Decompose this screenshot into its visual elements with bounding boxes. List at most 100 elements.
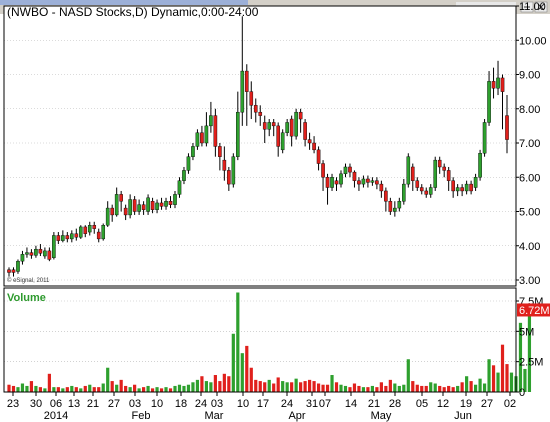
- volume-bar: [115, 384, 119, 392]
- candle-body: [52, 235, 56, 258]
- candle-body: [406, 156, 411, 185]
- candle-body: [186, 156, 191, 171]
- candlestick: [101, 223, 106, 241]
- candle-body: [200, 132, 204, 144]
- volume-bar: [106, 367, 110, 392]
- candle-body: [249, 91, 254, 106]
- candle-body: [267, 122, 272, 130]
- volume-bar: [375, 387, 379, 392]
- volume-bar: [325, 384, 330, 392]
- candle-body: [61, 235, 65, 241]
- volume-bar: [236, 292, 240, 392]
- volume-bar: [182, 385, 186, 392]
- volume-bar: [110, 381, 114, 392]
- date-tick-label: 24: [281, 398, 293, 410]
- volume-bar: [56, 387, 60, 392]
- candle-body: [213, 115, 218, 147]
- volume-bar: [119, 379, 123, 392]
- candle-body: [218, 146, 222, 157]
- volume-bar: [137, 388, 141, 392]
- volume-bar: [406, 359, 410, 392]
- volume-bar: [249, 367, 253, 392]
- volume-bar: [465, 376, 469, 392]
- volume-bar: [393, 383, 397, 392]
- candle-body: [312, 142, 316, 151]
- candle-body: [410, 166, 415, 181]
- volume-bar: [451, 387, 455, 392]
- volume-bar: [16, 387, 20, 392]
- candle-body: [105, 207, 110, 226]
- candle-body: [357, 180, 361, 185]
- price-tick-label: 11.00: [519, 1, 546, 13]
- candle-body: [164, 201, 168, 207]
- candle-body: [343, 166, 348, 175]
- candle-body: [482, 122, 487, 154]
- candle-body: [168, 201, 173, 205]
- volume-bar: [316, 383, 321, 392]
- volume-bar: [222, 373, 226, 392]
- candle-body: [159, 202, 164, 207]
- volume-bar: [11, 385, 16, 392]
- date-tick-label: 18: [175, 398, 187, 410]
- candle-body: [500, 77, 505, 92]
- candle-body: [253, 105, 258, 113]
- volume-bar: [124, 385, 128, 392]
- candle-body: [191, 146, 195, 157]
- candle-body: [366, 178, 370, 183]
- volume-bar: [213, 375, 217, 392]
- candle-body: [195, 132, 200, 147]
- candle-body: [177, 180, 182, 195]
- volume-bar: [177, 384, 182, 392]
- candle-body: [451, 180, 455, 192]
- volume-bar: [128, 387, 132, 392]
- volume-bar: [321, 384, 325, 392]
- month-label: Feb: [132, 410, 151, 422]
- last-volume-label: 6.72M: [519, 305, 550, 317]
- date-tick-label: 12: [437, 398, 449, 410]
- volume-bar: [527, 310, 532, 392]
- candle-body: [289, 118, 294, 137]
- volume-bar: [509, 372, 514, 392]
- volume-bar: [29, 381, 34, 392]
- volume-bar: [195, 379, 200, 392]
- candle-body: [236, 111, 240, 157]
- candle-body: [393, 207, 397, 212]
- volume-bar: [397, 385, 401, 392]
- candlestick: [294, 108, 298, 140]
- candle-body: [280, 132, 285, 151]
- candle-body: [294, 111, 298, 137]
- volume-bar: [420, 385, 424, 392]
- volume-bar: [70, 385, 74, 392]
- candle-body: [128, 199, 132, 216]
- volume-bar: [92, 387, 96, 392]
- volume-bar: [254, 379, 258, 392]
- price-pane-background: [4, 6, 516, 286]
- chart-title: (NWBO - NASD Stocks,D) Dynamic,0:00-24:0…: [7, 5, 259, 19]
- volume-bar: [191, 382, 195, 392]
- month-label: Jun: [454, 410, 472, 422]
- volume-bar: [285, 382, 289, 392]
- date-tick-label: 23: [7, 398, 19, 410]
- volume-bar: [204, 381, 209, 392]
- candle-body: [101, 224, 106, 240]
- volume-bar: [267, 379, 271, 392]
- candlestick: [406, 153, 411, 188]
- volume-bar: [164, 387, 168, 392]
- candle-body: [262, 122, 267, 130]
- candle-body: [132, 199, 137, 212]
- candle-body: [375, 180, 379, 185]
- volume-bar: [34, 385, 38, 392]
- volume-bar: [155, 387, 159, 392]
- volume-pane-background: [4, 288, 516, 392]
- volume-bar: [339, 384, 343, 392]
- candle-body: [258, 111, 263, 116]
- candlestick: [433, 156, 438, 191]
- volume-bar: [415, 384, 419, 392]
- candle-body: [361, 178, 366, 185]
- candle-body: [491, 81, 496, 89]
- date-tick-label: 21: [87, 398, 99, 410]
- volume-bar: [307, 379, 312, 392]
- candle-body: [433, 159, 438, 188]
- candle-body: [150, 201, 155, 210]
- month-label: 2014: [44, 410, 68, 422]
